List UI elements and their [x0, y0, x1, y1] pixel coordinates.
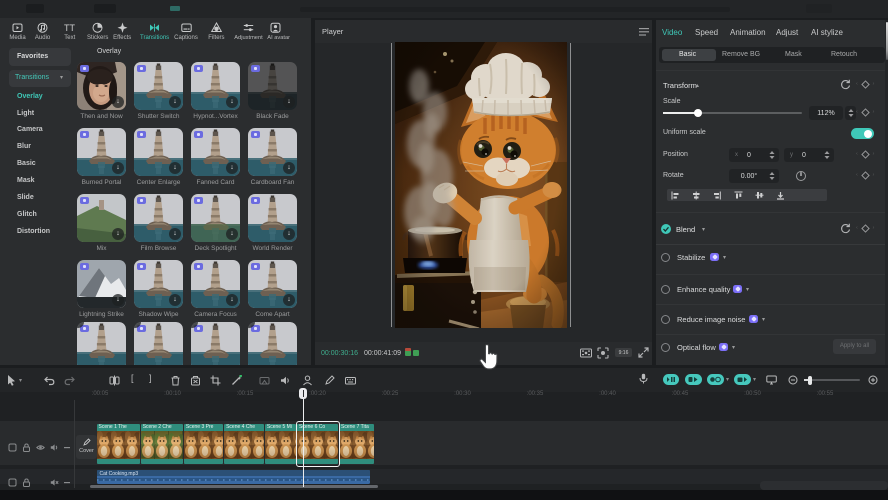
svg-text:TT: TT [64, 23, 75, 33]
